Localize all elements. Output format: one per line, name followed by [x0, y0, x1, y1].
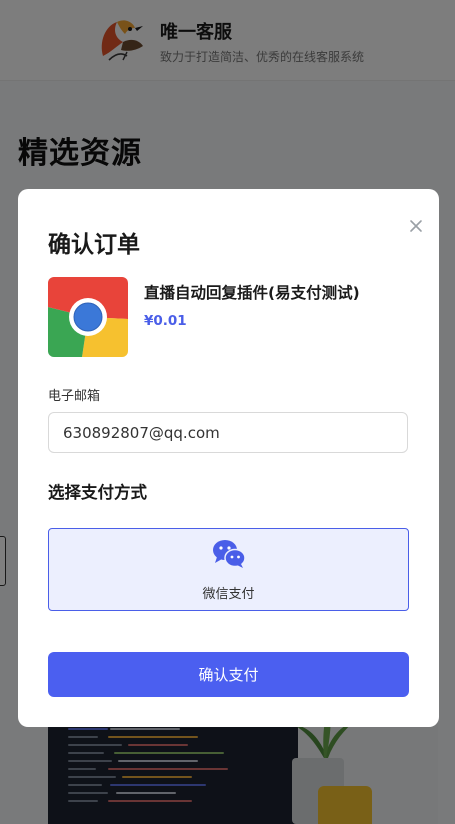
product-name: 直播自动回复插件(易支付测试)	[144, 284, 360, 302]
order-confirm-modal: 确认订单 直播自动回复插件(易支付测试) ¥0.01 电子邮箱 选择支付方式	[18, 189, 439, 727]
product-price: ¥0.01	[144, 313, 187, 329]
product-image	[48, 277, 128, 357]
modal-title: 确认订单	[48, 232, 140, 258]
chrome-icon	[48, 277, 128, 357]
payment-option-wechat[interactable]: 微信支付	[48, 528, 409, 611]
email-input[interactable]	[48, 412, 408, 453]
payment-option-label: 微信支付	[202, 587, 255, 602]
wechat-icon	[213, 540, 246, 568]
email-label: 电子邮箱	[48, 389, 101, 404]
close-icon[interactable]	[407, 217, 425, 235]
payment-method-heading: 选择支付方式	[48, 483, 147, 502]
confirm-payment-button[interactable]: 确认支付	[48, 652, 409, 697]
